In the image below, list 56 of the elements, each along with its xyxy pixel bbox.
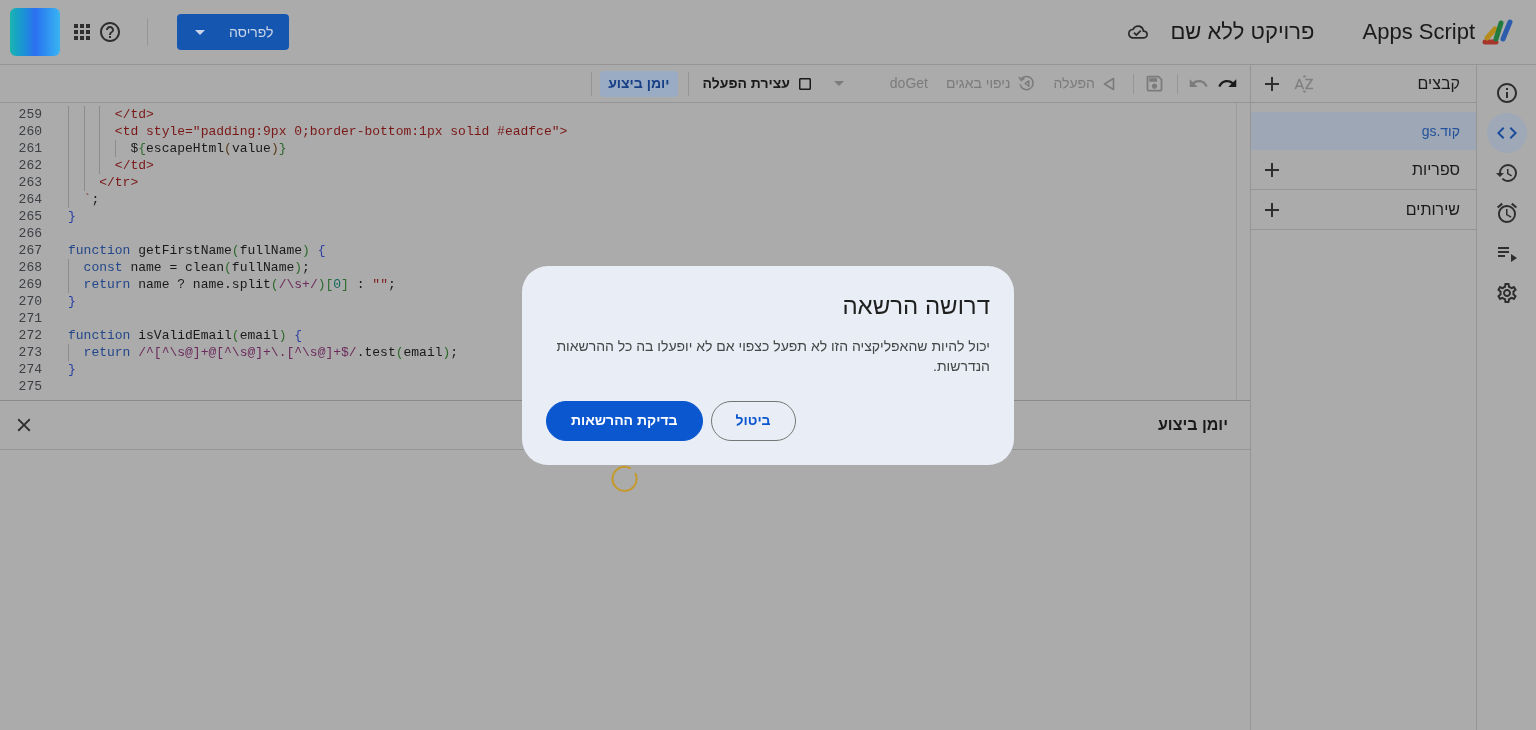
caret-icon (833, 81, 844, 86)
execution-log-button[interactable]: יומן ביצוע (600, 70, 678, 97)
file-item[interactable]: קוד.gs (1251, 112, 1476, 150)
section-title: ספריות (1412, 159, 1460, 180)
code-line: } (68, 361, 76, 378)
section-title: שירותים (1405, 199, 1460, 220)
line-number: 270 (17, 293, 42, 310)
code-line: const name = clean(fullName); (68, 259, 310, 276)
code-line: function isValidEmail(email) { (68, 327, 303, 344)
help-icon[interactable] (98, 20, 122, 44)
line-number: 273 (17, 344, 42, 361)
line-number: 272 (17, 327, 42, 344)
dialog-message: יכול להיות שהאפליקציה הזו לא תפעל כצפוי אם לא יופעלו בה כל ההרשאות הנדרשות. (555, 336, 990, 376)
line-number: 266 (17, 225, 42, 242)
alarm-clock-icon (1494, 201, 1519, 225)
line-number: 269 (17, 276, 42, 293)
deploy-button[interactable]: לפריסה (177, 14, 290, 50)
line-number: 259 (17, 106, 42, 123)
line-number: 275 (17, 378, 42, 395)
line-number: 267 (17, 242, 42, 259)
code-line: </tr> (68, 174, 139, 191)
stop-button[interactable]: עצירת הפעלה (698, 68, 818, 99)
line-number: 261 (17, 140, 42, 157)
dialog-button[interactable]: בדיקת ההרשאות (546, 400, 703, 441)
code-line: return name ? name.split(/\s+/)[0] : ""; (68, 276, 396, 293)
rail-button[interactable] (1486, 113, 1527, 153)
panel-title: קבצים (1417, 73, 1460, 94)
line-number: 271 (17, 310, 42, 327)
code-line: </td> (68, 106, 154, 123)
history-icon (1494, 161, 1519, 185)
panel-title: יומן ביצוע (1157, 415, 1228, 435)
info-icon (1494, 81, 1519, 105)
line-number: 262 (17, 157, 42, 174)
caret-icon (195, 29, 205, 35)
dialog-title: דרושה הרשאה (841, 290, 990, 321)
cloud-icon (1128, 22, 1149, 42)
project-title[interactable]: פרויקט ללא שם (1170, 18, 1315, 46)
app-name: Apps Script (1362, 18, 1475, 46)
play-icon (1103, 76, 1115, 91)
code-line: ${escapeHtml(value)} (68, 140, 287, 157)
code-line: `; (68, 191, 100, 208)
line-number: 260 (17, 123, 42, 140)
debug-icon (1018, 75, 1036, 92)
code-line: </td> (68, 157, 154, 174)
line-number: 263 (17, 174, 42, 191)
code-line: } (68, 208, 76, 225)
code-line: <td style="padding:9px 0;border-bottom:1px solid #eadfce"> (68, 123, 568, 140)
line-number: 264 (17, 191, 42, 208)
logo-icon (1481, 17, 1515, 47)
code-line: function getFirstName(fullName) { (68, 242, 326, 259)
line-number: 268 (17, 259, 42, 276)
code-line: } (68, 293, 76, 310)
settings-icon (1494, 281, 1519, 305)
line-number: 265 (17, 208, 42, 225)
line-number: 274 (17, 361, 42, 378)
code-line: return /^[^\s@]+@[^\s@]+\.[^\s@]+$/.test(email); (68, 344, 459, 361)
